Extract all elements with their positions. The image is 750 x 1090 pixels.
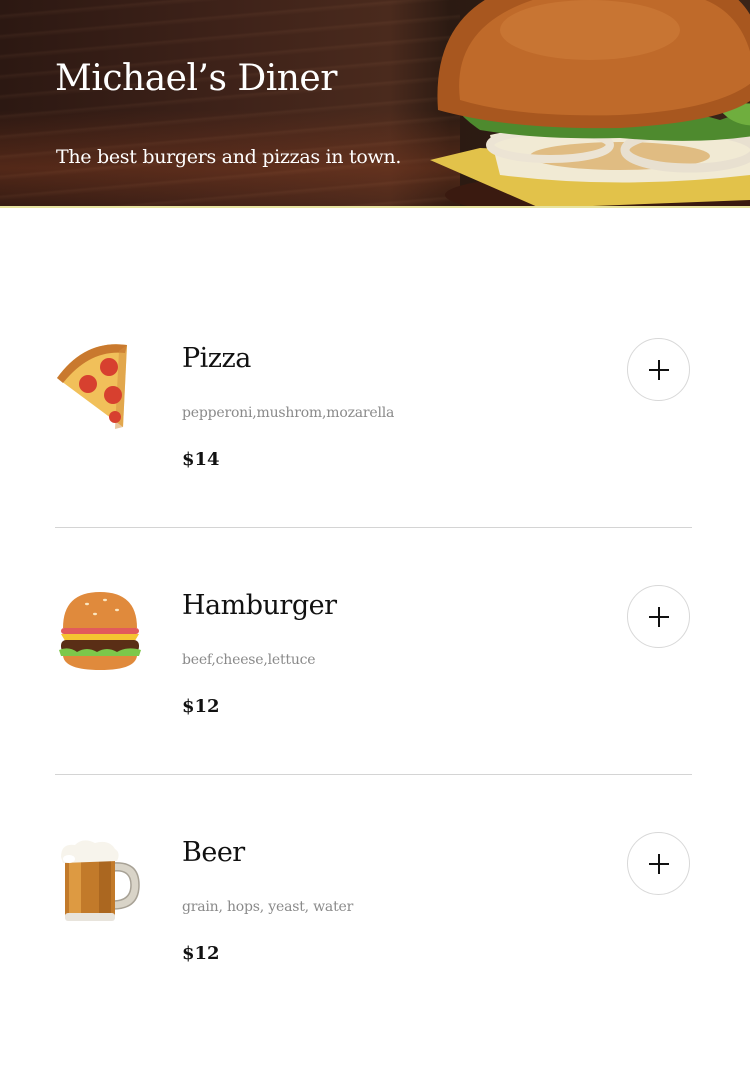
plus-icon-stroke: [658, 854, 660, 874]
add-hamburger-button[interactable]: [627, 585, 690, 648]
item-ingredients: grain, hops, yeast, water: [182, 899, 354, 915]
item-ingredients: pepperoni,mushrom,mozarella: [182, 405, 395, 421]
item-price: $12: [182, 943, 220, 964]
plus-icon-stroke: [658, 607, 660, 627]
add-pizza-button[interactable]: [627, 338, 690, 401]
hero-wood-grain: [0, 0, 460, 207]
divider: [55, 527, 692, 528]
hero-banner: Michael’s Diner The best burgers and piz…: [0, 0, 750, 207]
menu-item-beer: Beer grain, hops, yeast, water $12: [55, 832, 692, 997]
hero-burger-image: [430, 0, 750, 207]
item-price: $12: [182, 696, 220, 717]
page-title: Michael’s Diner: [55, 58, 337, 99]
menu-item-hamburger: Hamburger beef,cheese,lettuce $12: [55, 585, 692, 750]
item-name: Hamburger: [182, 590, 337, 621]
item-name: Beer: [182, 837, 245, 868]
page-subtitle: The best burgers and pizzas in town.: [56, 146, 402, 168]
pizza-icon: [57, 344, 127, 429]
plus-icon-stroke: [658, 360, 660, 380]
hamburger-icon: [59, 592, 141, 670]
item-ingredients: beef,cheese,lettuce: [182, 652, 316, 668]
add-beer-button[interactable]: [627, 832, 690, 895]
item-price: $14: [182, 449, 220, 470]
menu-item-pizza: Pizza pepperoni,mushrom,mozarella $14: [55, 338, 692, 503]
item-name: Pizza: [182, 343, 251, 374]
hero-bottom-border: [0, 206, 750, 208]
divider: [55, 774, 692, 775]
beer-icon: [61, 840, 140, 921]
